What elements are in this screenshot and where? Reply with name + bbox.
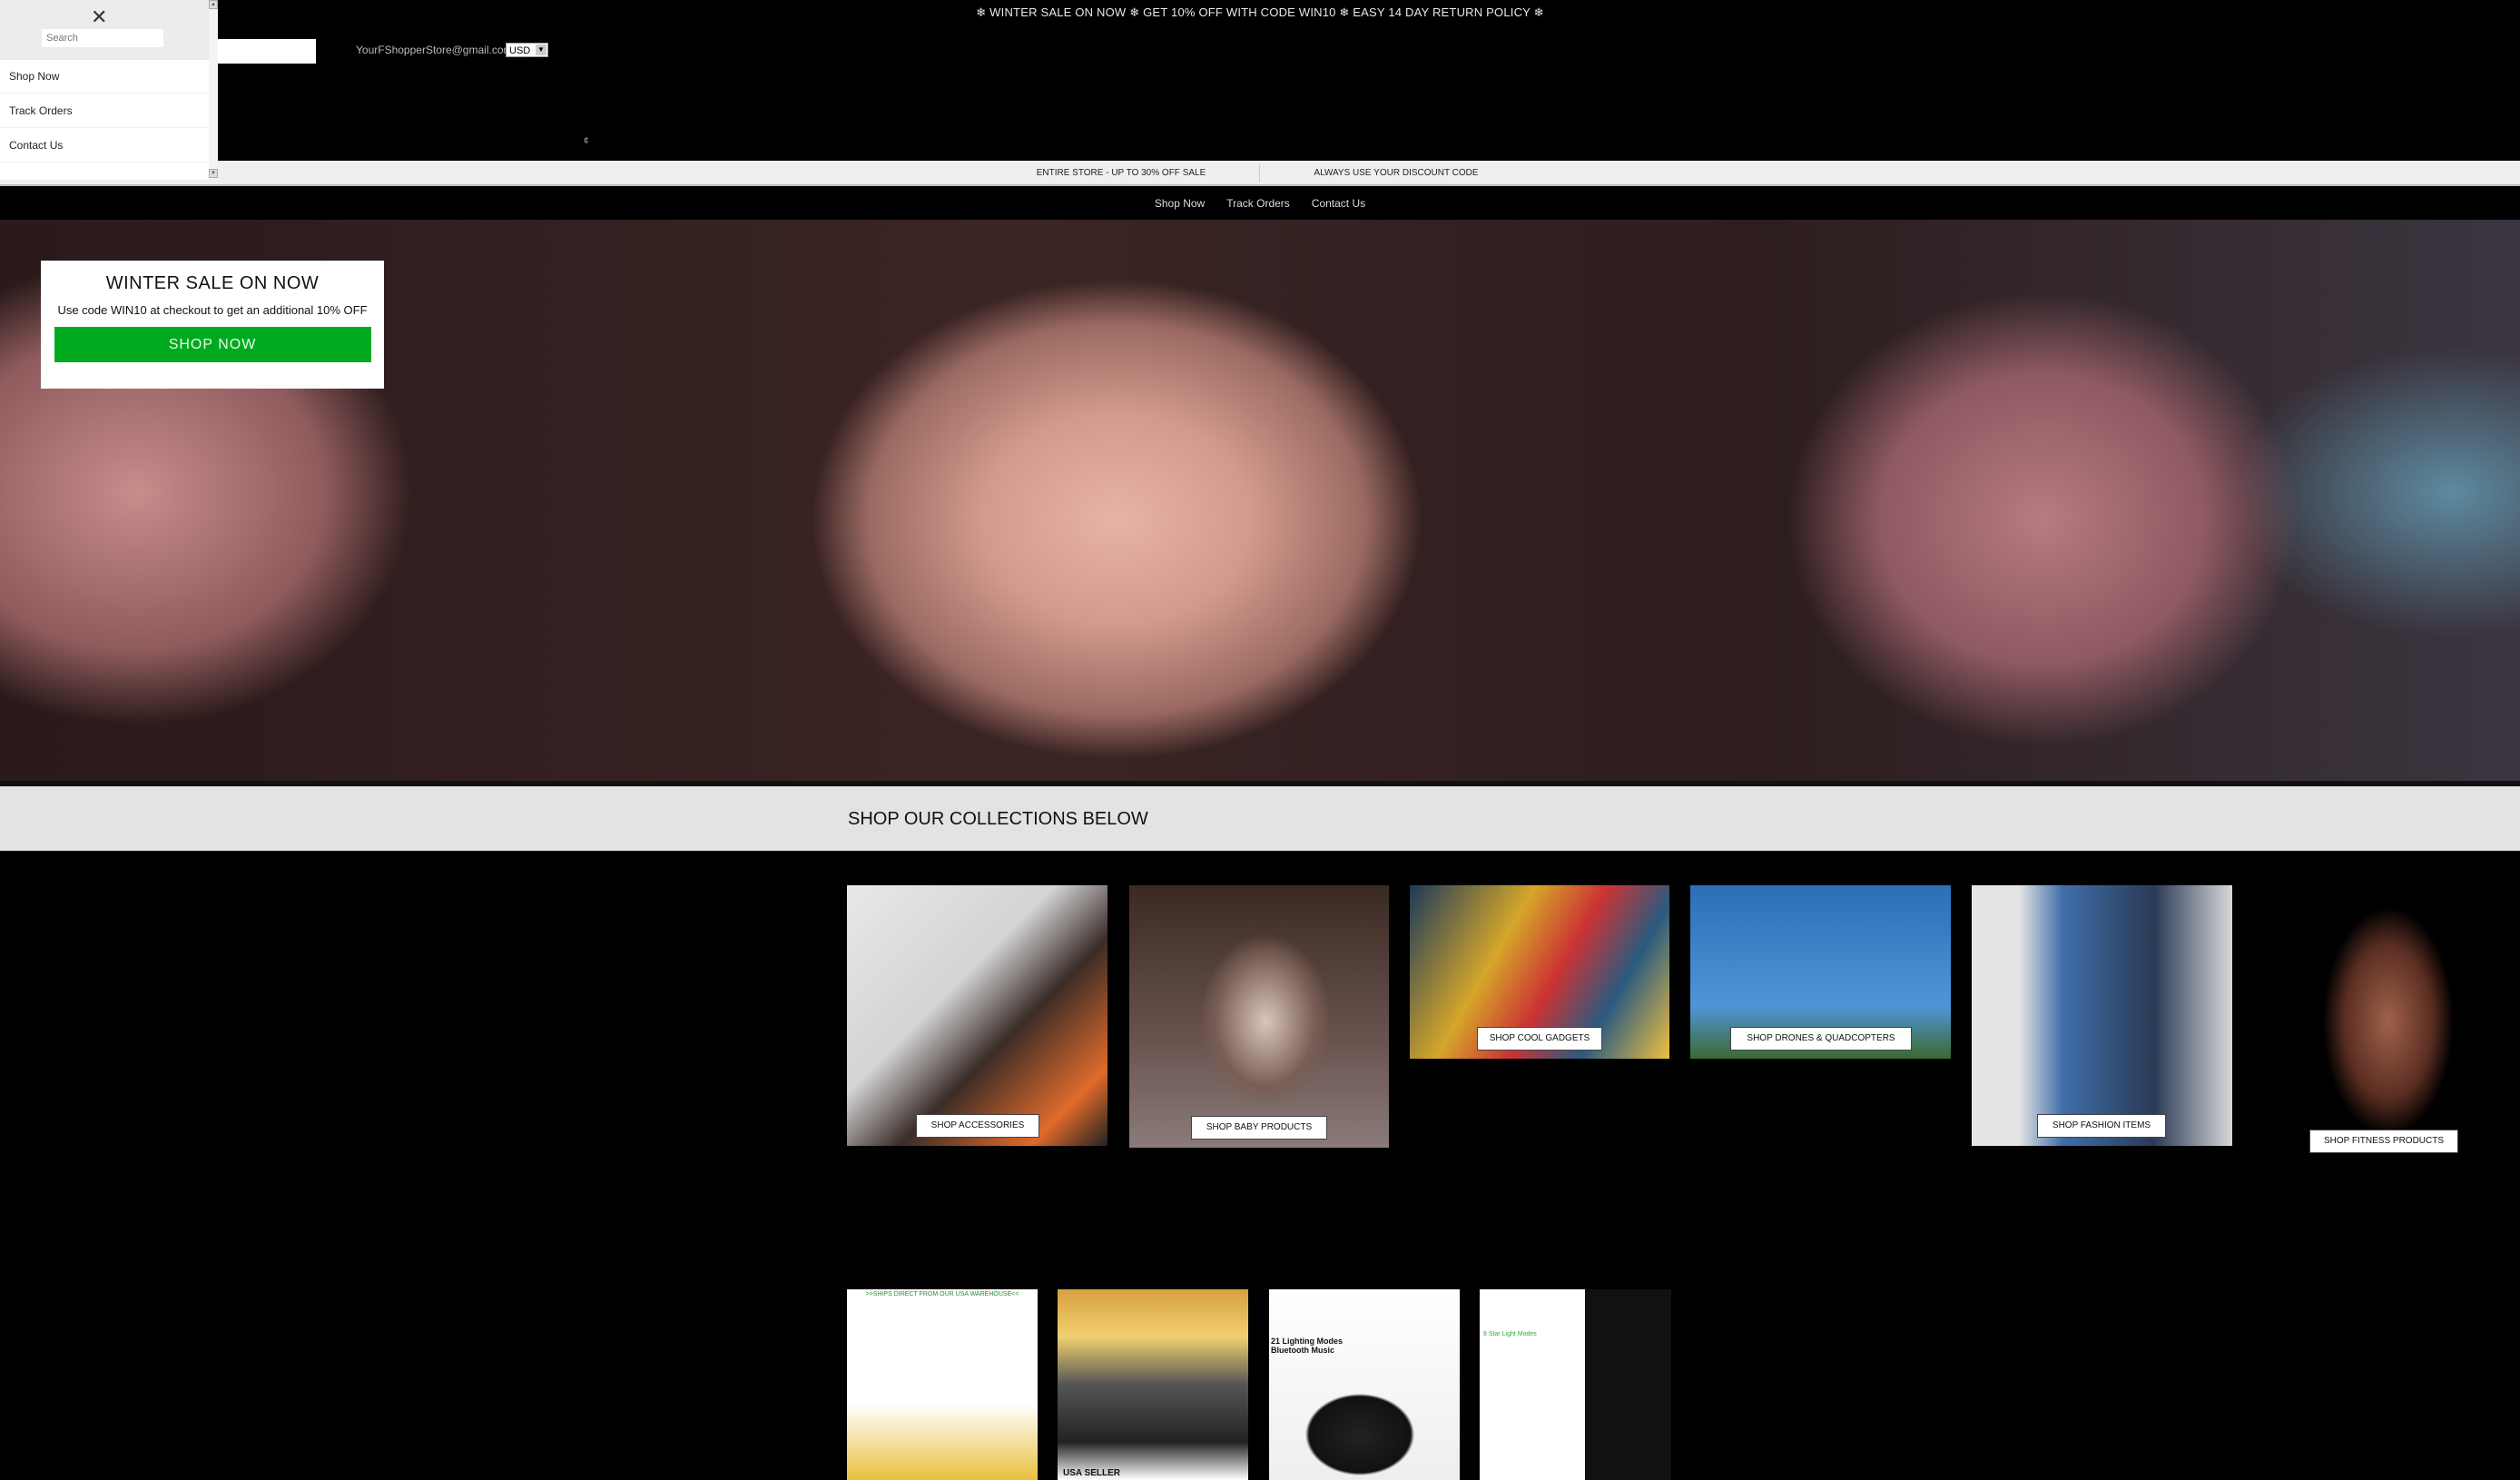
collections-title: SHOP OUR COLLECTIONS BELOW xyxy=(848,809,1148,829)
promo-right: ALWAYS USE YOUR DISCOUNT CODE xyxy=(1314,168,1479,178)
currency-select[interactable]: USD ▼ xyxy=(506,43,548,57)
scroll-up-icon[interactable]: ▲ xyxy=(209,0,218,9)
hero-title: WINTER SALE ON NOW xyxy=(105,273,320,293)
product-night-light[interactable]: 8 Star Light Modes xyxy=(1480,1289,1671,1480)
main-nav: Shop Now Track Orders Contact Us xyxy=(0,188,2520,220)
collection-label[interactable]: SHOP ACCESSORIES xyxy=(916,1114,1039,1138)
collection-baby[interactable] xyxy=(1129,885,1389,1148)
scroll-down-icon[interactable]: ▼ xyxy=(209,169,218,178)
product-caption: 21 Lighting Modes Bluetooth Music xyxy=(1271,1337,1344,1355)
collection-fashion[interactable] xyxy=(1972,885,2232,1146)
promo-strip: ENTIRE STORE - UP TO 30% OFF SALE ALWAYS… xyxy=(0,161,2520,186)
drawer-item-shop-now[interactable]: Shop Now xyxy=(0,60,209,94)
promo-left: ENTIRE STORE - UP TO 30% OFF SALE xyxy=(1036,168,1206,178)
product-caption: USA SELLER xyxy=(1063,1468,1120,1478)
cart-icon[interactable]: ¢ xyxy=(584,136,589,146)
close-icon[interactable]: ✕ xyxy=(91,5,107,29)
shop-now-button[interactable]: SHOP NOW xyxy=(54,327,371,362)
product-caption: 8 Star Light Modes xyxy=(1483,1331,1537,1337)
header xyxy=(0,0,2520,161)
collections-header xyxy=(0,786,2520,851)
store-email[interactable]: YourFShopperStore@gmail.com xyxy=(356,44,513,56)
drawer-search-input[interactable] xyxy=(42,29,163,47)
hero-promo-box: WINTER SALE ON NOW Use code WIN10 at che… xyxy=(41,261,384,389)
product-endoscope[interactable]: >>SHIPS DIRECT FROM OUR USA WAREHOUSE<< xyxy=(847,1289,1038,1480)
product-star-projector[interactable]: 21 Lighting Modes Bluetooth Music xyxy=(1269,1289,1460,1480)
currency-value: USD xyxy=(509,45,531,56)
collection-label[interactable]: SHOP FASHION ITEMS xyxy=(2037,1114,2166,1138)
mobile-menu-drawer: ✕ Shop Now Track Orders Contact Us ▲ ▼ xyxy=(0,0,218,180)
nav-shop-now[interactable]: Shop Now xyxy=(1155,197,1205,210)
header-search-input[interactable] xyxy=(218,39,316,64)
hero-subtitle: Use code WIN10 at checkout to get an add… xyxy=(57,303,368,317)
collection-label[interactable]: SHOP BABY PRODUCTS xyxy=(1191,1116,1327,1140)
product-binoculars[interactable]: USA SELLER xyxy=(1058,1289,1248,1480)
collection-label[interactable]: SHOP COOL GADGETS xyxy=(1477,1027,1602,1051)
drawer-item-contact-us[interactable]: Contact Us xyxy=(0,129,209,163)
drawer-item-track-orders[interactable]: Track Orders xyxy=(0,94,209,128)
collection-fitness[interactable] xyxy=(2298,894,2483,1162)
collection-label[interactable]: SHOP DRONES & QUADCOPTERS xyxy=(1730,1027,1912,1051)
product-caption: >>SHIPS DIRECT FROM OUR USA WAREHOUSE<< xyxy=(865,1291,1019,1297)
chevron-down-icon: ▼ xyxy=(536,44,546,55)
drawer-scrollbar[interactable]: ▲ ▼ xyxy=(209,0,218,180)
collection-label[interactable]: SHOP FITNESS PRODUCTS xyxy=(2309,1130,2458,1153)
nav-track-orders[interactable]: Track Orders xyxy=(1226,197,1290,210)
nav-contact-us[interactable]: Contact Us xyxy=(1312,197,1365,210)
divider xyxy=(1259,164,1260,183)
collection-accessories[interactable] xyxy=(847,885,1107,1146)
announcement-bar: ❄ WINTER SALE ON NOW ❄ GET 10% OFF WITH … xyxy=(976,5,1544,19)
